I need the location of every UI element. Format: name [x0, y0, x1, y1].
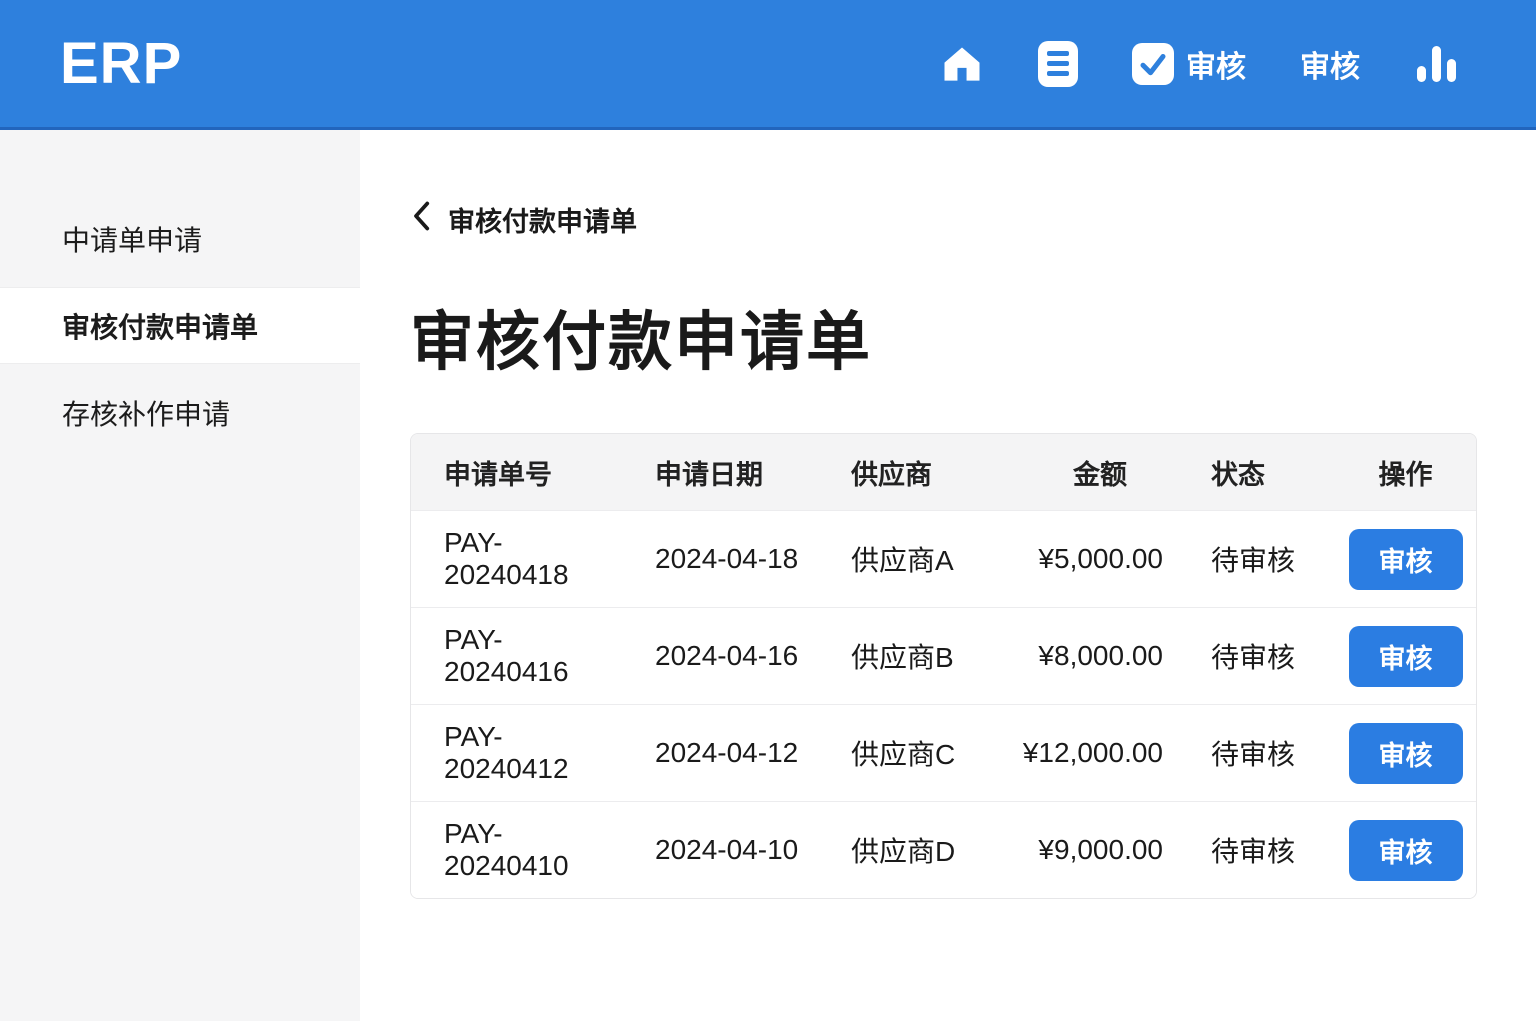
- column-header: 金额: [1073, 459, 1127, 490]
- table-body: PAY-20240418 2024-04-18 供应商A ¥5,000.00 待审核 审核…: [411, 510, 1476, 898]
- cell-request_no: PAY-20240410: [444, 818, 569, 881]
- document-icon: [1038, 40, 1078, 87]
- cell-supplier: 供应商B: [851, 642, 954, 673]
- sidebar-item-supplementary-request[interactable]: 存核补作申请: [0, 374, 360, 451]
- nav-home[interactable]: [940, 43, 984, 85]
- home-icon: [940, 43, 984, 85]
- cell-amount: ¥5,000.00: [1038, 543, 1163, 574]
- checkbox-checked-icon: [1132, 42, 1174, 85]
- audit-button[interactable]: 审核: [1348, 819, 1463, 881]
- cell-date: 2024-04-10: [655, 834, 799, 865]
- sidebar: 中请单申请 审核付款申请单 存核补作申请: [0, 130, 360, 1021]
- table-row: PAY-20240416 2024-04-16 供应商B ¥8,000.00 待审核 审核: [411, 607, 1476, 704]
- cell-amount: ¥12,000.00: [1022, 737, 1163, 768]
- main-content: 审核付款申请单 审核付款申请单 申请单号 申请日期 供应商 金额 状态 操作 PAY-20…: [360, 130, 1536, 1021]
- cell-action: 审核: [1335, 625, 1476, 687]
- payment-request-table: 申请单号 申请日期 供应商 金额 状态 操作 PAY-20240418 2024-04-18…: [410, 433, 1477, 899]
- nav-audit-label: 审核: [1300, 50, 1360, 84]
- table-row: PAY-20240412 2024-04-12 供应商C ¥12,000.00 待审核 审…: [411, 704, 1476, 801]
- sidebar-item-audit-payment-request[interactable]: 审核付款申请单: [0, 287, 360, 364]
- breadcrumb-label: 审核付款申请单: [448, 207, 637, 237]
- audit-button[interactable]: 审核: [1348, 722, 1463, 784]
- column-header: 申请单号: [444, 459, 552, 490]
- bar-chart-icon: [1414, 42, 1458, 86]
- nav-audit-check[interactable]: 审核: [1132, 42, 1246, 86]
- cell-action: 审核: [1335, 819, 1476, 881]
- nav-audit-check-label: 审核: [1186, 50, 1246, 84]
- cell-date: 2024-04-12: [655, 737, 799, 768]
- column-header: 申请日期: [655, 459, 763, 490]
- audit-button[interactable]: 审核: [1348, 528, 1463, 590]
- cell-status: 待审核: [1211, 836, 1296, 867]
- table-row: PAY-20240418 2024-04-18 供应商A ¥5,000.00 待审核 审核: [411, 510, 1476, 607]
- nav-stats[interactable]: [1414, 42, 1458, 86]
- chevron-left-icon: [410, 201, 432, 238]
- cell-supplier: 供应商D: [851, 836, 956, 867]
- breadcrumb[interactable]: 审核付款申请单: [410, 200, 1536, 239]
- cell-supplier: 供应商C: [851, 739, 956, 770]
- app-logo: ERP: [60, 31, 183, 96]
- cell-request_no: PAY-20240418: [444, 527, 569, 590]
- cell-request_no: PAY-20240416: [444, 624, 569, 687]
- nav-audit[interactable]: 审核: [1300, 42, 1360, 86]
- table-row: PAY-20240410 2024-04-10 供应商D ¥9,000.00 待审核 审核: [411, 801, 1476, 898]
- cell-status: 待审核: [1211, 545, 1296, 576]
- nav-documents[interactable]: [1038, 40, 1078, 87]
- cell-date: 2024-04-18: [655, 543, 799, 574]
- sidebar-item-request[interactable]: 中请单申请: [0, 200, 360, 277]
- cell-status: 待审核: [1211, 739, 1296, 770]
- cell-supplier: 供应商A: [851, 545, 954, 576]
- cell-request_no: PAY-20240412: [444, 721, 569, 784]
- cell-action: 审核: [1335, 722, 1476, 784]
- column-header: 供应商: [851, 459, 932, 490]
- column-header: 状态: [1211, 459, 1265, 490]
- cell-amount: ¥9,000.00: [1038, 834, 1163, 865]
- cell-status: 待审核: [1211, 642, 1296, 673]
- app-header: ERP 审核 审核: [0, 0, 1536, 130]
- header-nav: 审核 审核: [940, 40, 1458, 87]
- cell-date: 2024-04-16: [655, 640, 799, 671]
- cell-action: 审核: [1335, 528, 1476, 590]
- audit-button[interactable]: 审核: [1348, 625, 1463, 687]
- page-title: 审核付款申请单: [410, 306, 872, 378]
- column-header: 操作: [1378, 459, 1433, 490]
- table-header-row: 申请单号 申请日期 供应商 金额 状态 操作: [411, 434, 1476, 510]
- cell-amount: ¥8,000.00: [1038, 640, 1163, 671]
